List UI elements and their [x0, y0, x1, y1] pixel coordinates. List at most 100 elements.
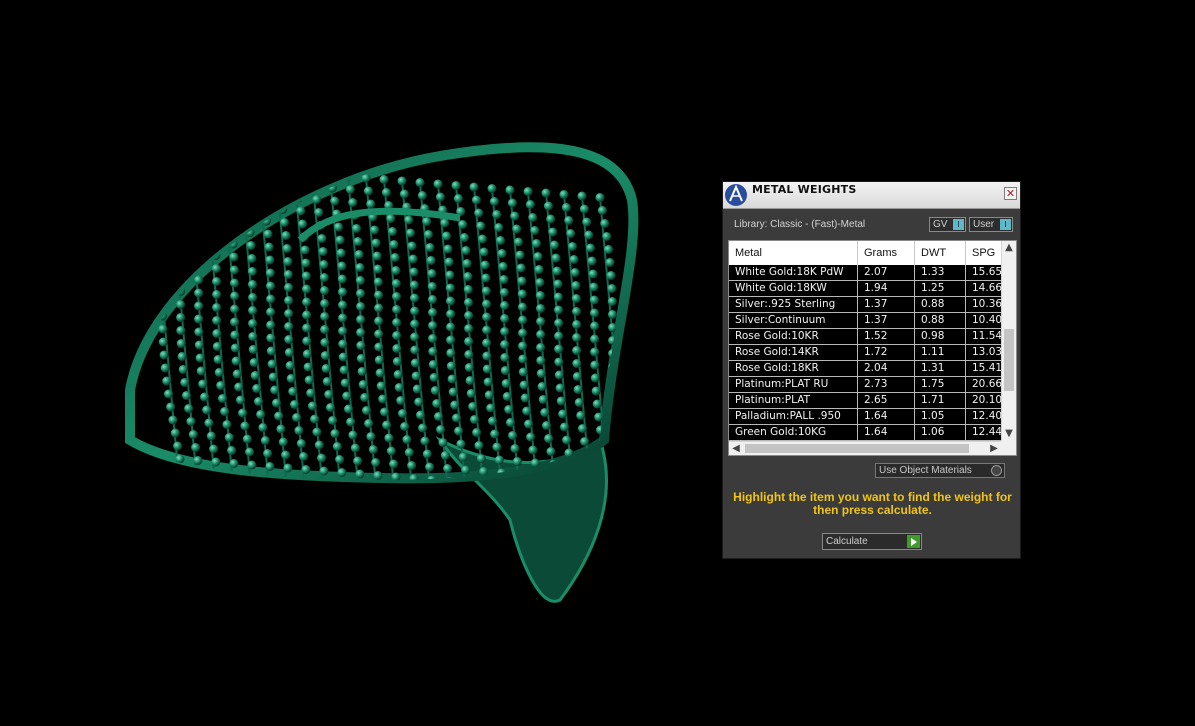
column-header-metal[interactable]: Metal	[729, 241, 858, 265]
bead	[314, 440, 324, 450]
vertical-scroll-thumb[interactable]	[1004, 329, 1014, 391]
use-object-materials-toggle[interactable]: Use Object Materials	[875, 463, 1005, 478]
bead	[230, 291, 240, 301]
bead	[319, 466, 329, 476]
bead	[500, 353, 510, 362]
bead	[618, 453, 628, 462]
bead	[579, 204, 589, 214]
bead	[518, 341, 528, 351]
bead	[255, 177, 265, 187]
bead	[482, 299, 491, 309]
bead	[356, 315, 366, 324]
table-row[interactable]: Platinum:PLAT 2.65 1.71 20.10	[729, 393, 1001, 409]
bead	[548, 227, 558, 237]
bead	[571, 281, 581, 290]
bead	[283, 463, 293, 473]
bead	[540, 408, 550, 417]
table-row[interactable]: Rose Gold:10KR 1.52 0.98 11.54	[729, 329, 1001, 345]
bead	[200, 392, 209, 402]
column-header-dwt[interactable]: DWT	[915, 241, 966, 265]
table-row[interactable]: Palladium:PALL .950 1.64 1.05 12.40	[729, 409, 1001, 425]
bead	[158, 272, 167, 282]
bead	[265, 255, 275, 265]
bead	[191, 443, 201, 452]
bead	[386, 214, 396, 223]
bead	[373, 471, 383, 480]
bead	[266, 333, 276, 343]
bead	[422, 217, 432, 226]
bead	[466, 389, 476, 398]
chevron-left-icon[interactable]: ◀	[729, 442, 743, 455]
bead	[553, 279, 563, 289]
bead	[337, 468, 347, 477]
bead	[190, 210, 199, 220]
chevron-up-icon[interactable]: ▲	[1002, 241, 1016, 255]
bead	[248, 319, 258, 328]
table-row[interactable]: Silver:Continuum 1.37 0.88 10.40	[729, 313, 1001, 329]
bead	[433, 179, 443, 189]
bead	[536, 317, 546, 326]
bead	[536, 304, 545, 313]
table-row[interactable]: Green Gold:10KG 1.64 1.06 12.44	[729, 425, 1001, 441]
horizontal-scroll-thumb[interactable]	[745, 444, 969, 453]
bead	[518, 315, 528, 325]
bead	[580, 437, 590, 446]
bead	[530, 226, 540, 235]
panel-titlebar[interactable]: METAL WEIGHTS ✕	[723, 182, 1020, 209]
chevron-right-icon[interactable]: ▶	[987, 442, 1001, 455]
bead	[304, 375, 314, 385]
bead	[302, 349, 312, 359]
gv-toggle[interactable]: GV I	[929, 217, 966, 232]
bead	[456, 439, 466, 449]
table-row[interactable]: Silver:.925 Sterling 1.37 0.88 10.36	[729, 297, 1001, 313]
bead	[544, 434, 554, 443]
bead	[590, 334, 600, 344]
bead	[428, 321, 438, 330]
horizontal-scrollbar[interactable]: ◀ ▶	[729, 441, 1001, 455]
bead	[208, 212, 217, 221]
bead	[356, 354, 366, 363]
bead	[572, 307, 581, 316]
bead	[398, 409, 407, 418]
scroll-corner	[1001, 441, 1016, 455]
bead	[364, 419, 374, 428]
user-toggle[interactable]: User I	[969, 217, 1013, 232]
bead	[381, 188, 391, 197]
bead	[542, 421, 551, 430]
bead	[196, 366, 206, 376]
bead	[482, 325, 492, 335]
bead	[358, 380, 368, 389]
bead	[518, 328, 528, 338]
vertical-scrollbar[interactable]: ▲ ▼	[1001, 241, 1016, 441]
cell-spg: 11.54	[972, 330, 1001, 342]
bead	[402, 435, 412, 444]
bead	[374, 342, 384, 352]
calculate-button[interactable]: Calculate	[822, 533, 922, 550]
chevron-down-icon[interactable]: ▼	[1002, 427, 1016, 441]
bead	[482, 364, 492, 374]
bead	[411, 371, 421, 381]
cell-dwt: 1.75	[915, 377, 966, 392]
table-row[interactable]: Rose Gold:18KR 2.04 1.31 15.41	[729, 361, 1001, 377]
bead	[417, 191, 427, 200]
table-row[interactable]: White Gold:18KW 1.94 1.25 14.66	[729, 281, 1001, 297]
table-row[interactable]: White Gold:18K PdW 2.07 1.33 15.65	[729, 265, 1001, 281]
bead	[590, 373, 600, 383]
cell-metal: Silver:Continuum	[729, 313, 858, 328]
bead	[410, 345, 420, 355]
bead	[374, 303, 384, 313]
cell-grams: 2.07	[858, 265, 915, 280]
column-header-grams[interactable]: Grams	[858, 241, 915, 265]
column-header-spg[interactable]: SPG	[966, 241, 1001, 265]
bead	[591, 386, 601, 396]
cell-metal: Platinum:PLAT	[729, 393, 858, 408]
bead	[492, 210, 502, 219]
close-button[interactable]: ✕	[1004, 187, 1017, 200]
bead	[222, 420, 232, 429]
bead	[238, 408, 248, 418]
bead	[281, 231, 291, 240]
table-row[interactable]: Rose Gold:14KR 1.72 1.11 13.03	[729, 345, 1001, 361]
table-row[interactable]: Platinum:PLAT RU 2.73 1.75 20.66	[729, 377, 1001, 393]
bead	[352, 224, 361, 233]
cell-spg: 12.44	[972, 426, 1001, 438]
